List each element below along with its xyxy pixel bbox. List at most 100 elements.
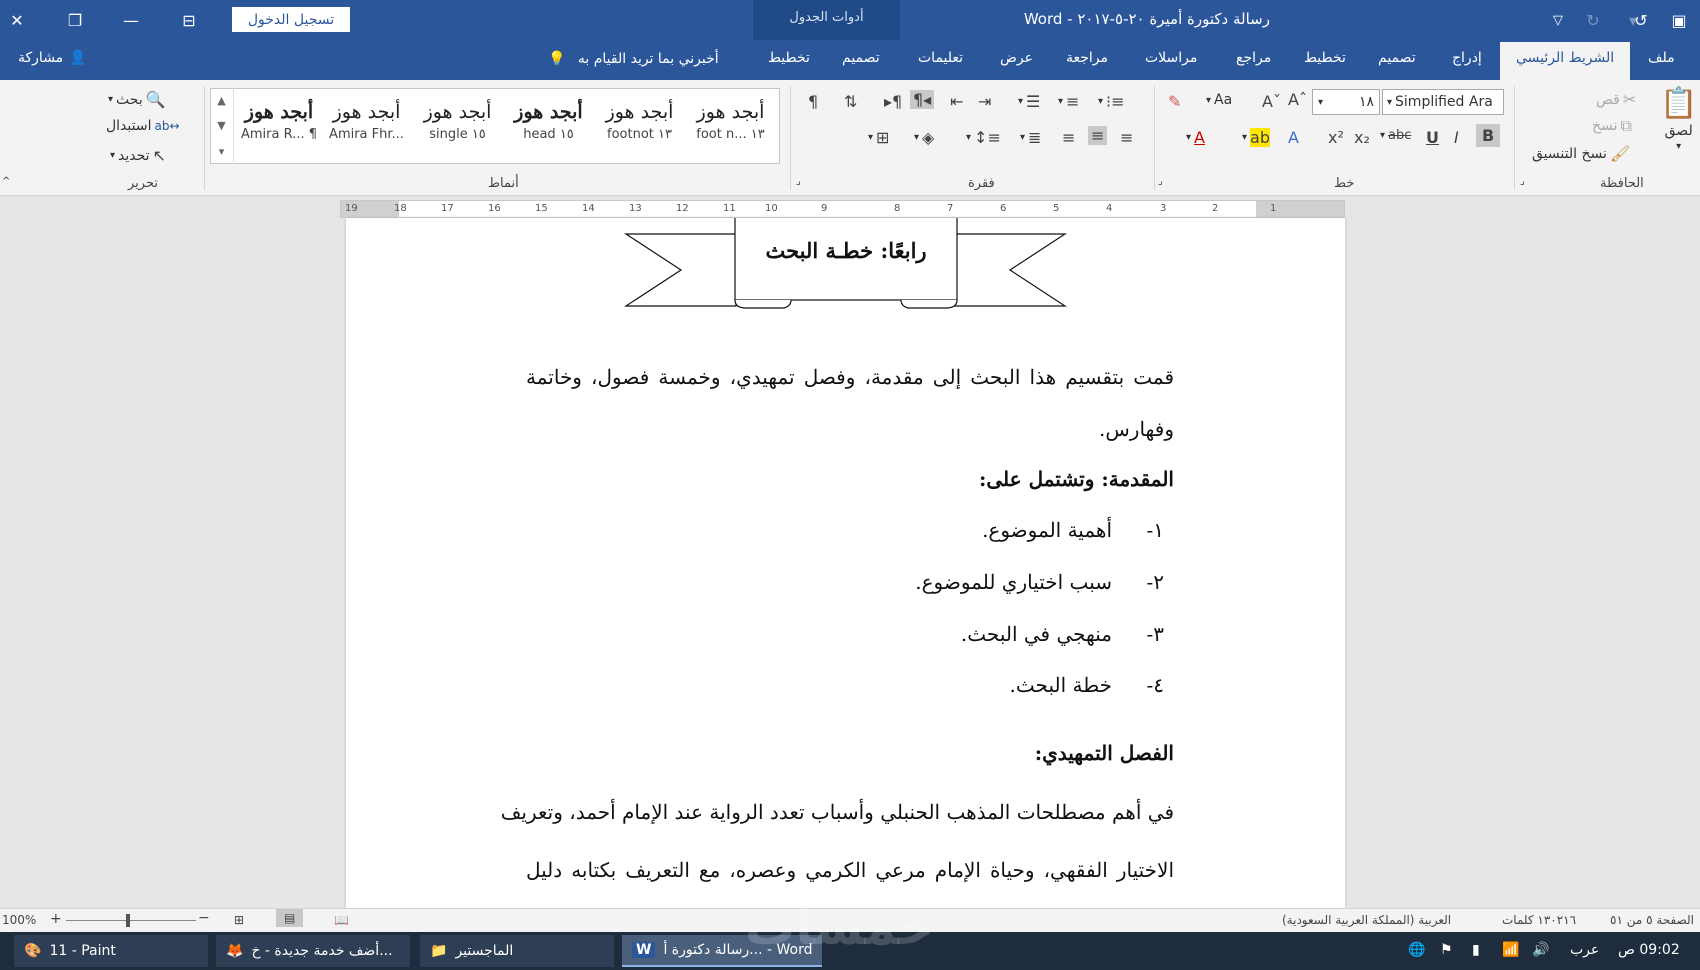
close-icon[interactable]: ✕ (4, 8, 30, 32)
zoom-level[interactable]: 100% (2, 913, 36, 927)
tab-layout[interactable]: تخطيط (1304, 50, 1346, 66)
tab-view[interactable]: عرض (1000, 50, 1033, 66)
language-status[interactable]: العربية (المملكة العربية السعودية) (1282, 913, 1451, 927)
style-head[interactable]: أبجد هوز head ١٥ (503, 89, 594, 163)
clear-formatting-button[interactable]: ✎ (1168, 92, 1181, 111)
shading-button[interactable]: ▾ ◈ (914, 128, 934, 147)
taskbar-item-folder[interactable]: 📁 الماجستير (420, 935, 614, 967)
tab-design[interactable]: تصميم (1378, 50, 1416, 66)
signal-icon[interactable]: 📶 (1502, 942, 1519, 958)
read-mode-icon[interactable]: 📖 (334, 913, 349, 927)
redo-icon[interactable]: ↻ (1580, 8, 1606, 32)
cut-button[interactable]: قص ✂ (1596, 90, 1636, 109)
style-amira-fhr[interactable]: أبجد هوز Amira Fhr... (321, 89, 412, 163)
decrease-indent-button[interactable]: ⇤ (950, 92, 963, 111)
restore-icon[interactable]: ❐ (62, 8, 88, 32)
show-marks-button[interactable]: ¶ (808, 92, 818, 111)
chevron-down-icon[interactable]: ▾ (1318, 97, 1323, 108)
undo-icon[interactable]: ↺ (1628, 8, 1654, 32)
taskbar-item-paint[interactable]: 🎨 11 - Paint (14, 935, 208, 967)
clipboard-launcher-icon[interactable]: ⌟ (1520, 176, 1525, 187)
tab-review[interactable]: مراجعة (1066, 50, 1108, 66)
signin-button[interactable]: تسجيل الدخول (232, 7, 350, 32)
line-spacing-button[interactable]: ▾ ↕≡ (966, 128, 1001, 147)
paste-button[interactable]: 📋 لصق ▾ (1660, 86, 1697, 152)
customize-qat-icon[interactable]: ▽ (1545, 8, 1571, 32)
tell-me-box[interactable]: أخبرني بما تريد القيام به 💡 (548, 51, 719, 67)
paragraph-launcher-icon[interactable]: ⌟ (796, 176, 801, 187)
borders-button[interactable]: ▾ ⊞ (868, 128, 889, 147)
tab-table-design[interactable]: تصميم (842, 50, 880, 66)
page-count[interactable]: الصفحة ٥ من ٥١ (1610, 913, 1694, 927)
tab-help[interactable]: تعليمات (918, 50, 963, 66)
bold-button[interactable]: B (1476, 124, 1501, 147)
rtl-button[interactable]: ¶◂ (910, 90, 935, 109)
align-right-button[interactable]: ≡ (1120, 128, 1133, 147)
chevron-down-icon[interactable]: ▾ (1387, 97, 1392, 108)
horizontal-ruler[interactable]: 1 2 3 4 5 6 7 8 9 10 11 12 13 14 15 16 1… (340, 200, 1345, 218)
collapse-ribbon-icon[interactable]: ^ (2, 176, 10, 187)
tab-table-layout[interactable]: تخطيط (768, 50, 810, 66)
strikethrough-button[interactable]: ▾ abc (1380, 128, 1411, 143)
font-color-button[interactable]: ▾ A (1186, 128, 1205, 147)
change-case-button[interactable]: ▾ Aa (1206, 92, 1232, 108)
more-styles-icon[interactable]: ▾ (219, 145, 225, 158)
increase-indent-button[interactable]: ⇥ (978, 92, 991, 111)
volume-icon[interactable]: 🔊 (1532, 942, 1549, 958)
input-language[interactable]: عرب (1570, 942, 1599, 958)
shrink-font-button[interactable]: Aˇ (1262, 92, 1281, 111)
sort-button[interactable]: ⇅ (844, 92, 857, 111)
highlight-button[interactable]: ▾ ab (1242, 128, 1270, 147)
bullets-button[interactable]: ▾ ⁝≡ (1098, 92, 1125, 111)
replace-button[interactable]: استبدال ab↔ (106, 118, 180, 134)
tab-home[interactable]: الشريط الرئيسي (1500, 42, 1631, 80)
tab-references[interactable]: مراجع (1236, 50, 1271, 66)
subscript-button[interactable]: x₂ (1354, 128, 1370, 147)
print-layout-icon[interactable]: ▤ (276, 909, 304, 927)
zoom-slider[interactable] (66, 920, 196, 921)
text-effects-button[interactable]: A (1288, 128, 1299, 147)
word-count[interactable]: ١٣٠٢١٦ كلمات (1502, 913, 1576, 927)
select-button[interactable]: ▾ تحديد ↖ (110, 146, 166, 165)
styles-scroll[interactable]: ▲ ▼ ▾ (210, 88, 234, 164)
zoom-in-icon[interactable]: + (50, 911, 62, 927)
battery-icon[interactable]: ▮ (1472, 942, 1480, 958)
chevron-up-icon[interactable]: ▲ (217, 94, 225, 107)
network-globe-icon[interactable]: 🌐 (1408, 942, 1425, 958)
format-painter-button[interactable]: نسخ التنسيق 🖌 (1532, 144, 1630, 163)
style-amira-r[interactable]: أبجد هوز Amira R... ¶ (237, 89, 321, 163)
grow-font-button[interactable]: Aˆ (1288, 90, 1307, 109)
style-single[interactable]: أبجد هوز single ١٥ (412, 89, 503, 163)
numbering-button[interactable]: ▾ ≡ (1058, 92, 1079, 111)
font-name-box[interactable]: ▾ Simplified Ara (1382, 89, 1504, 115)
underline-button[interactable]: U (1426, 128, 1439, 147)
find-button[interactable]: ▾ بحث 🔍 (108, 90, 166, 109)
justify-button[interactable]: ▾ ≣ (1020, 128, 1041, 147)
ltr-button[interactable]: ▸¶ (884, 92, 902, 111)
tab-file[interactable]: ملف (1648, 50, 1675, 66)
web-layout-icon[interactable]: ⊞ (234, 913, 244, 927)
align-left-button[interactable]: ≡ (1062, 128, 1075, 147)
share-button[interactable]: مشاركة 👤 (18, 50, 87, 66)
align-center-button[interactable]: ≡ (1088, 126, 1108, 145)
zoom-slider-thumb[interactable] (126, 914, 130, 927)
chevron-down-icon[interactable]: ▼ (217, 119, 225, 132)
italic-button[interactable]: I (1454, 128, 1459, 147)
tab-insert[interactable]: إدراج (1452, 50, 1482, 66)
minimize-icon[interactable]: — (118, 8, 144, 32)
tab-mailings[interactable]: مراسلات (1145, 50, 1197, 66)
style-footnot[interactable]: أبجد هوز footnot ١٣ (594, 89, 685, 163)
zoom-out-icon[interactable]: − (198, 910, 210, 926)
font-launcher-icon[interactable]: ⌟ (1158, 176, 1163, 187)
ribbon-display-icon[interactable]: ⊟ (176, 8, 202, 32)
style-foot-n[interactable]: أبجد هوز foot n... ١٣ (685, 89, 776, 163)
multilevel-list-button[interactable]: ▾ ☰ (1018, 92, 1040, 111)
copy-button[interactable]: نسخ ⧉ (1592, 116, 1632, 136)
clock[interactable]: 09:02 ص (1618, 942, 1680, 958)
superscript-button[interactable]: x² (1328, 128, 1344, 147)
flag-icon[interactable]: ⚑ (1440, 942, 1453, 958)
save-icon[interactable]: ▣ (1666, 8, 1692, 32)
list-item: سبب اختياري للموضوع. (915, 570, 1112, 594)
font-size-box[interactable]: ▾ ١٨ (1312, 89, 1380, 115)
taskbar-item-firefox[interactable]: 🦊 أضف خدمة جديدة - خ... (216, 935, 410, 967)
